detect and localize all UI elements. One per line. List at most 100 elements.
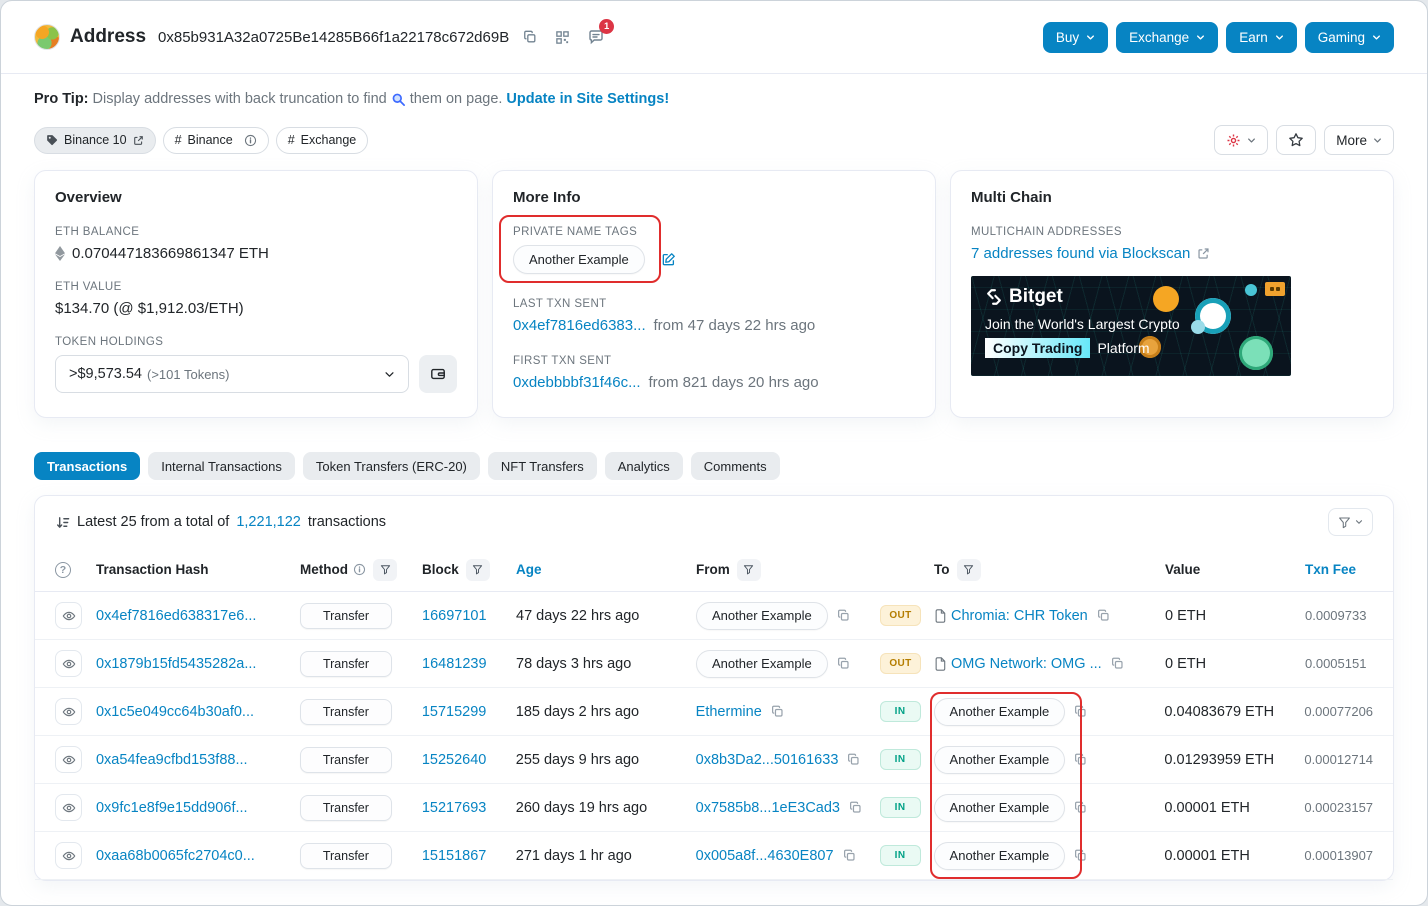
from-name-tag[interactable]: Another Example [696,601,828,630]
earn-button[interactable]: Earn [1226,21,1297,53]
buy-button[interactable]: Buy [1042,21,1109,53]
direction-badge: IN [879,749,921,770]
block-link[interactable]: 15715299 [422,704,487,720]
copy-address-icon[interactable] [519,26,541,48]
block-link[interactable]: 16697101 [422,608,487,624]
favorite-star-button[interactable] [1276,125,1317,155]
copy-icon[interactable] [1072,799,1089,816]
tab-transactions[interactable]: Transactions [34,452,141,480]
tab-analytics[interactable]: Analytics [604,452,683,480]
ad-brand: Bitget [1009,286,1063,307]
blockscan-link[interactable]: 7 addresses found via Blockscan [971,245,1190,262]
block-link[interactable]: 15217693 [422,800,487,816]
edit-icon[interactable] [661,252,676,267]
copy-icon[interactable] [1072,703,1089,720]
wallet-button[interactable] [419,355,457,393]
to-contract-link[interactable]: OMG Network: OMG ... [951,656,1102,672]
to-name-tag[interactable]: Another Example [933,745,1066,774]
age-text: 271 days 1 hr ago [515,847,632,864]
to-name-tag[interactable]: Another Example [933,793,1066,822]
table-row: 0x4ef7816ed638317e6... Transfer 16697101… [35,592,1393,640]
ad-choices-icon[interactable] [1265,282,1285,296]
block-link[interactable]: 16481239 [422,656,487,672]
copy-icon[interactable] [835,607,852,624]
to-filter-icon[interactable] [956,558,981,581]
block-filter-icon[interactable] [465,558,490,581]
tx-preview-eye-button[interactable] [55,650,82,677]
tx-hash-link[interactable]: 0x4ef7816ed638317e6... [96,608,256,624]
tx-preview-eye-button[interactable] [55,842,82,869]
copy-icon[interactable] [835,655,852,672]
from-address-link[interactable]: 0x005a8f...4630E807 [696,848,834,864]
tx-hash-link[interactable]: 0x1879b15fd5435282a... [96,656,256,672]
method-badge[interactable]: Transfer [299,794,392,821]
from-name-tag[interactable]: Another Example [696,649,828,678]
last-txn-hash-link[interactable]: 0x4ef7816ed6383... [513,317,646,334]
copy-icon[interactable] [845,751,862,768]
from-address-link[interactable]: Ethermine [696,704,762,720]
tab-comments[interactable]: Comments [690,452,780,480]
block-link[interactable]: 15252640 [422,752,487,768]
from-filter-icon[interactable] [736,558,761,581]
tab-token-transfers[interactable]: Token Transfers (ERC-20) [302,452,480,480]
block-link[interactable]: 15151867 [422,848,487,864]
method-badge[interactable]: Transfer [299,842,392,869]
tx-preview-eye-button[interactable] [55,602,82,629]
gaming-button[interactable]: Gaming [1304,21,1394,53]
site-settings-link[interactable]: Update in Site Settings! [506,91,669,107]
table-row: 0x9fc1e8f9e15dd906f... Transfer 15217693… [35,784,1393,832]
table-filter-button[interactable] [1328,508,1373,536]
multichain-addresses-label: MULTICHAIN ADDRESSES [971,226,1122,238]
copy-icon[interactable] [847,799,864,816]
tab-internal-transactions[interactable]: Internal Transactions [148,452,295,480]
hashtag-binance[interactable]: # Binance [162,126,269,154]
tx-hash-link[interactable]: 0xa54fea9cfbd153f88... [96,752,248,768]
tx-preview-eye-button[interactable] [55,698,82,725]
eye-icon [62,803,75,812]
token-holdings-dropdown[interactable]: >$9,573.54 (>101 Tokens) [55,355,409,393]
copy-icon[interactable] [1095,607,1112,624]
bitget-ad-banner[interactable]: Bitget Join the World's Largest Crypto C… [971,276,1291,376]
method-filter-icon[interactable] [373,558,397,581]
table-row: 0x1c5e049cc64b30af0... Transfer 15715299… [35,688,1393,736]
qr-code-icon[interactable] [551,26,574,49]
info-icon[interactable] [353,563,366,576]
hashtag-exchange[interactable]: # Exchange [275,126,369,154]
from-address-link[interactable]: 0x7585b8...1eE3Cad3 [696,800,840,816]
name-tag-binance10[interactable]: Binance 10 [34,126,156,154]
to-name-tag[interactable]: Another Example [933,697,1066,726]
method-badge[interactable]: Transfer [299,746,392,773]
tx-hash-link[interactable]: 0xaa68b0065fc2704c0... [96,848,255,864]
copy-icon[interactable] [1109,655,1126,672]
private-name-tag[interactable]: Another Example [513,245,645,274]
copy-icon[interactable] [769,703,786,720]
tx-preview-eye-button[interactable] [55,746,82,773]
header-txn-fee[interactable]: Txn Fee [1305,562,1356,577]
settings-gear-button[interactable] [1214,125,1269,155]
copy-icon[interactable] [1072,847,1089,864]
direction-badge: IN [879,845,921,866]
tx-preview-eye-button[interactable] [55,794,82,821]
tab-nft-transfers[interactable]: NFT Transfers [487,452,597,480]
from-address-link[interactable]: 0x8b3Da2...50161633 [696,752,839,768]
last-txn-label: LAST TXN SENT [513,298,607,310]
more-button[interactable]: More [1324,125,1394,155]
method-badge[interactable]: Transfer [299,698,392,725]
pro-tip-text-before: Display addresses with back truncation t… [92,91,387,107]
table-row: 0x1879b15fd5435282a... Transfer 16481239… [35,640,1393,688]
header-age[interactable]: Age [516,562,542,577]
copy-icon[interactable] [1072,751,1089,768]
tx-hash-link[interactable]: 0x9fc1e8f9e15dd906f... [96,800,248,816]
comments-icon[interactable]: 1 [584,19,615,49]
tx-hash-link[interactable]: 0x1c5e049cc64b30af0... [96,704,254,720]
method-badge[interactable]: Transfer [300,602,392,629]
to-contract-link[interactable]: Chromia: CHR Token [951,608,1088,624]
help-icon[interactable]: ? [55,561,71,578]
exchange-button[interactable]: Exchange [1116,21,1219,53]
token-holdings-label: TOKEN HOLDINGS [55,336,164,348]
first-txn-hash-link[interactable]: 0xdebbbbf31f46c... [513,374,641,391]
to-name-tag[interactable]: Another Example [933,841,1066,870]
copy-icon[interactable] [841,847,858,864]
txn-fee-text: 0.0009733 [1305,608,1367,623]
method-badge[interactable]: Transfer [300,650,392,677]
